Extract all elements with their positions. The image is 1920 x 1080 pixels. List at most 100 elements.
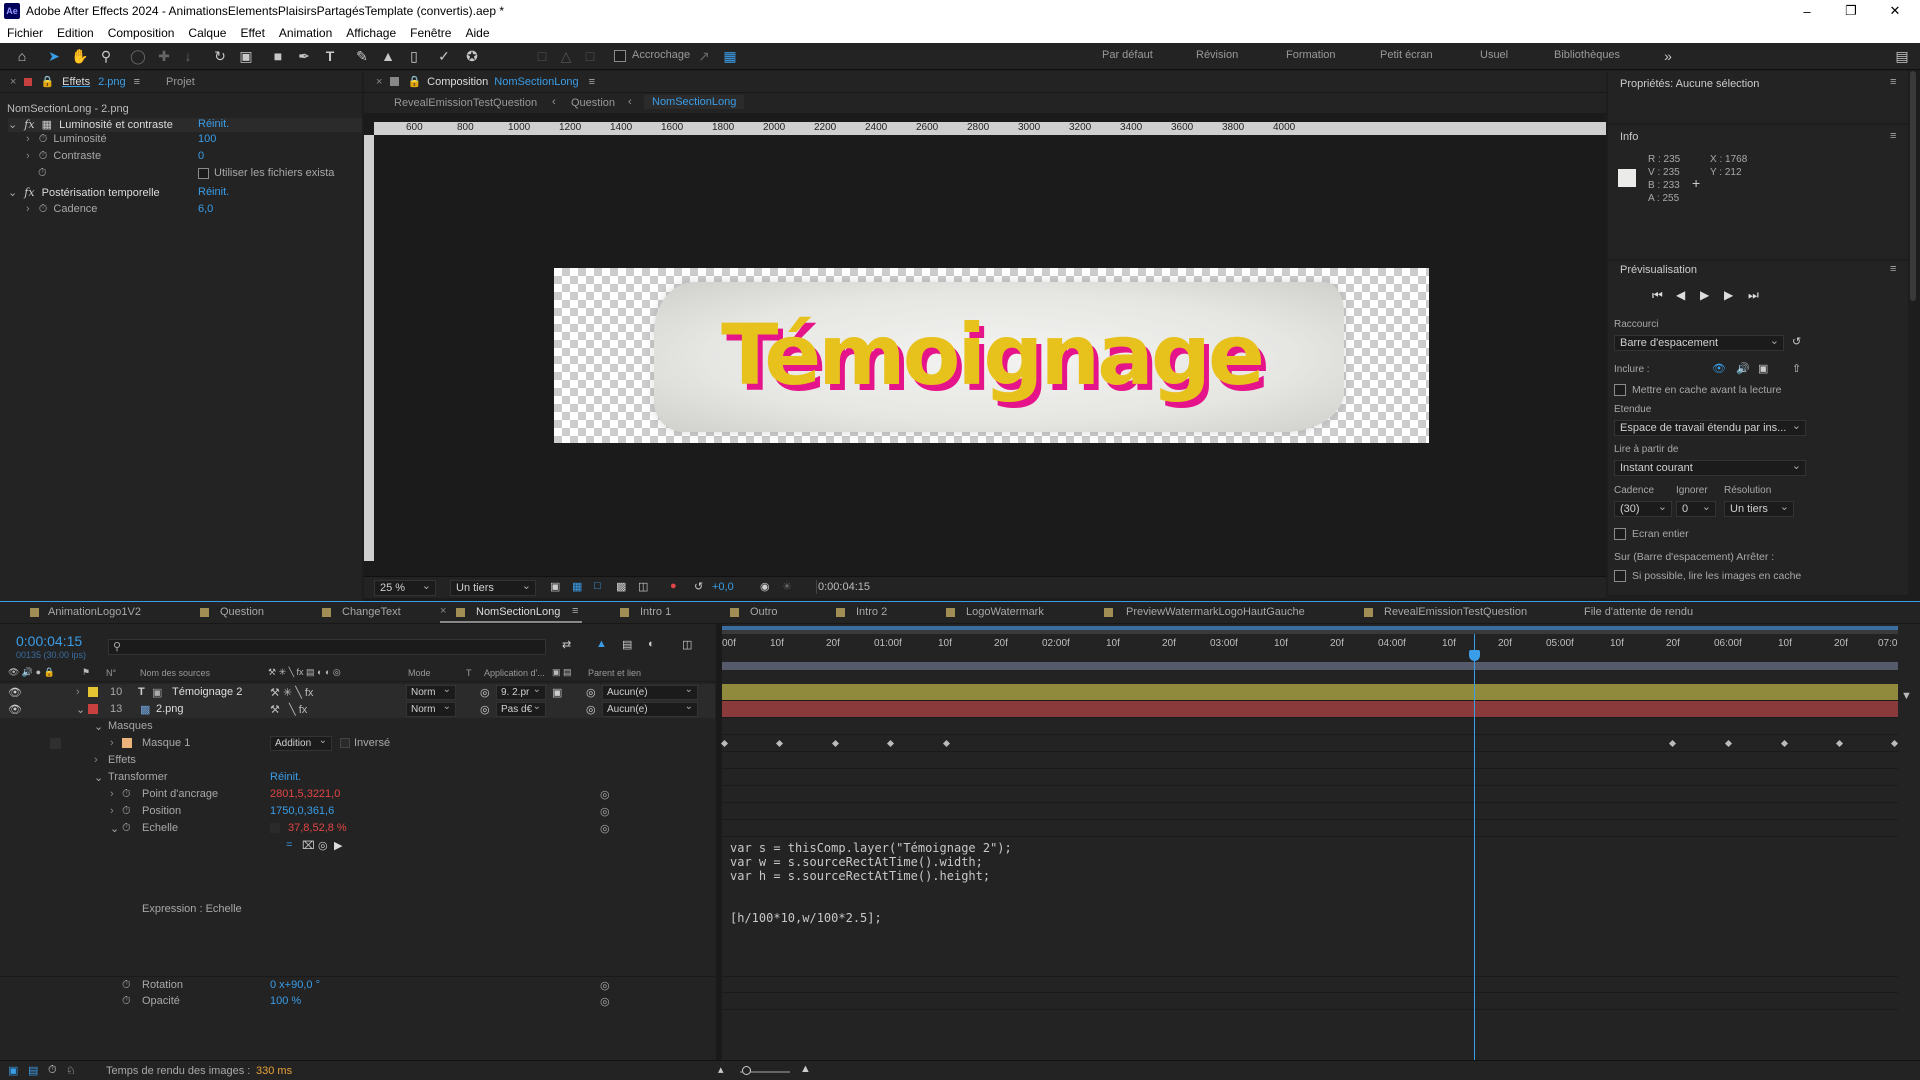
keyframe[interactable] — [886, 739, 895, 748]
render-queue-tab[interactable]: File d'attente de rendu — [1584, 606, 1693, 618]
reset-exposure-icon[interactable]: ↺ — [694, 580, 703, 593]
layer-bar-2png[interactable] — [722, 701, 1898, 718]
panel-menu-icon[interactable]: ≡ — [1890, 76, 1896, 88]
modes-toggle-icon[interactable]: ▤ — [28, 1064, 38, 1077]
ignore-dropdown[interactable]: 0 — [1676, 501, 1716, 517]
keyframe[interactable] — [1780, 739, 1789, 748]
composition-canvas[interactable]: Témoignage — [554, 268, 1429, 443]
mask-inverted-checkbox[interactable] — [340, 738, 350, 748]
layer-label-color[interactable] — [88, 704, 98, 714]
effect-posterize-time[interactable]: ⌄ fx Postérisation temporelle Réinit. — [8, 186, 362, 200]
resolution-dropdown[interactable]: Un tiers — [450, 580, 536, 596]
fx-icon[interactable]: fx — [24, 118, 34, 131]
breadcrumb-item[interactable]: Question — [571, 97, 615, 109]
dolly-tool-icon[interactable]: ↓ — [178, 47, 198, 65]
fast-previews-icon[interactable]: ▣ — [550, 580, 560, 593]
snap-edges-icon[interactable]: ↗ — [694, 47, 714, 65]
expand-arrow-icon[interactable]: › — [26, 133, 30, 145]
view-axis-icon[interactable]: □ — [580, 47, 600, 65]
shortcut-dropdown[interactable]: Barre d'espacement — [1614, 335, 1784, 351]
home-icon[interactable]: ⌂ — [12, 47, 32, 65]
hand-tool-icon[interactable]: ✋ — [70, 47, 90, 65]
lock-icon[interactable]: 🔒 — [40, 75, 54, 88]
col-trkmat[interactable]: T — [466, 668, 472, 678]
stopwatch-icon[interactable]: ⏱ — [122, 979, 131, 992]
keyframe[interactable] — [831, 739, 840, 748]
pickwhip-icon[interactable]: ◎ — [480, 703, 490, 716]
mask-1-row[interactable]: › Masque 1 Addition Inversé — [0, 735, 715, 752]
vertical-ruler[interactable] — [364, 135, 374, 561]
snap-features-icon[interactable]: ▦ — [720, 47, 740, 65]
menu-edition[interactable]: Edition — [50, 26, 101, 40]
stopwatch-icon[interactable]: ⏱ — [122, 995, 131, 1008]
zoom-tool-icon[interactable]: ⚲ — [96, 47, 116, 65]
composition-tab-label[interactable]: Composition — [427, 76, 488, 88]
track-matte-dropdown[interactable]: Pas d€ — [496, 702, 546, 717]
tab-effects[interactable]: Effets — [62, 76, 90, 88]
position-value[interactable]: 1750,0,361,6 — [270, 805, 334, 817]
visibility-eye-icon[interactable]: 👁 — [8, 703, 22, 716]
work-area-bar[interactable] — [722, 626, 1898, 634]
timeline-end-marker-icon[interactable]: ▼ — [1901, 690, 1912, 702]
menu-fichier[interactable]: Fichier — [0, 26, 50, 40]
expression-language-menu-icon[interactable]: ▶ — [334, 839, 342, 852]
rotation-row[interactable]: ⏱ Rotation 0 x+90,0 ° ◎ — [0, 976, 715, 993]
roto-brush-tool-icon[interactable]: ✓ — [434, 47, 454, 65]
right-panel-scrollbar[interactable] — [1910, 71, 1916, 301]
menu-fenetre[interactable]: Fenêtre — [403, 26, 458, 40]
stopwatch-icon[interactable]: ⏱ — [38, 167, 47, 179]
layer-row-2png[interactable]: 👁 ⌄ 13 ▩ 2.png ⚒ ╲ fx Norm ◎ Pas d€ ◎ Au… — [0, 701, 715, 718]
last-frame-icon[interactable]: ⏭ — [1748, 288, 1759, 303]
keyframe[interactable] — [1668, 739, 1677, 748]
close-tab-icon[interactable]: × — [440, 605, 446, 617]
effect-reset-link[interactable]: Réinit. — [198, 118, 229, 130]
blend-mode-dropdown[interactable]: Norm — [406, 702, 456, 717]
search-help-icon[interactable]: ▤ — [1892, 47, 1912, 65]
audio-speaker-icon[interactable]: 🔊 — [1736, 362, 1750, 375]
play-from-dropdown[interactable]: Instant courant — [1614, 460, 1806, 476]
blend-mode-dropdown[interactable]: Norm — [406, 685, 456, 700]
motion-blur-icon[interactable]: ◐ — [648, 638, 655, 650]
mask-name[interactable]: Masque 1 — [142, 737, 190, 749]
orbit-tool-icon[interactable]: ◯ — [128, 47, 148, 65]
range-dropdown[interactable]: Espace de travail étendu par ins... — [1614, 420, 1806, 436]
next-frame-icon[interactable]: ▶ — [1724, 288, 1733, 302]
timeline-tab[interactable]: PreviewWatermarkLogoHautGauche — [1126, 606, 1305, 618]
expand-arrow-icon[interactable]: › — [76, 686, 80, 698]
render-time-toggle-icon[interactable]: ♘ — [66, 1064, 76, 1077]
layer-name[interactable]: 2.png — [156, 703, 184, 715]
panel-menu-icon[interactable]: ≡ — [589, 76, 595, 88]
stopwatch-icon[interactable]: ⏱ — [39, 150, 48, 162]
mask-visibility-icon[interactable]: □ — [594, 580, 601, 592]
visibility-eye-icon[interactable]: 👁 — [8, 686, 22, 699]
expand-arrow-icon[interactable]: › — [26, 150, 30, 162]
eraser-tool-icon[interactable]: ▯ — [404, 47, 424, 65]
collapse-arrow-icon[interactable]: ⌄ — [76, 703, 85, 716]
color-channels-icon[interactable]: ● — [670, 580, 677, 592]
layer-row-temoignage[interactable]: 👁 › 10 T ▣ Témoignage 2 ⚒ ✳ ╲ fx Norm ◎ … — [0, 684, 715, 701]
tab-effects-file[interactable]: 2.png — [98, 76, 126, 88]
play-icon[interactable]: ▶ — [1700, 288, 1709, 302]
parent-pickwhip-icon[interactable]: ◎ — [586, 703, 596, 716]
layer-switches[interactable]: ⚒ ✳ ╲ fx — [270, 686, 313, 699]
parent-pickwhip-icon[interactable]: ◎ — [586, 686, 596, 699]
cadence-dropdown[interactable]: (30) — [1614, 501, 1672, 517]
workspace-learn[interactable]: Formation — [1286, 49, 1336, 61]
video-eye-icon[interactable]: 👁 — [1712, 362, 1726, 375]
panel-menu-icon[interactable]: ≡ — [1890, 263, 1896, 275]
timeline-tab[interactable]: Intro 2 — [856, 606, 887, 618]
keyframe[interactable] — [1724, 739, 1733, 748]
rotation-value[interactable]: 0 x+90,0 ° — [270, 979, 320, 991]
pen-tool-icon[interactable]: ✒ — [294, 47, 314, 65]
layer-switches[interactable]: ⚒ ╲ fx — [270, 703, 307, 716]
keyframe[interactable] — [942, 739, 951, 748]
expression-graph-icon[interactable]: ⌧ — [302, 839, 315, 852]
timeline-tab[interactable]: Question — [220, 606, 264, 618]
composition-mini-flowchart-icon[interactable]: ⇄ — [562, 638, 571, 651]
expand-arrow-icon[interactable]: › — [26, 203, 30, 215]
layer-bar-temoignage[interactable] — [722, 684, 1898, 701]
zoom-slider-thumb[interactable] — [742, 1066, 751, 1075]
type-tool-icon[interactable]: T — [320, 47, 340, 65]
menu-composition[interactable]: Composition — [101, 26, 182, 40]
maximize-icon[interactable]: ❐ — [1828, 0, 1874, 22]
